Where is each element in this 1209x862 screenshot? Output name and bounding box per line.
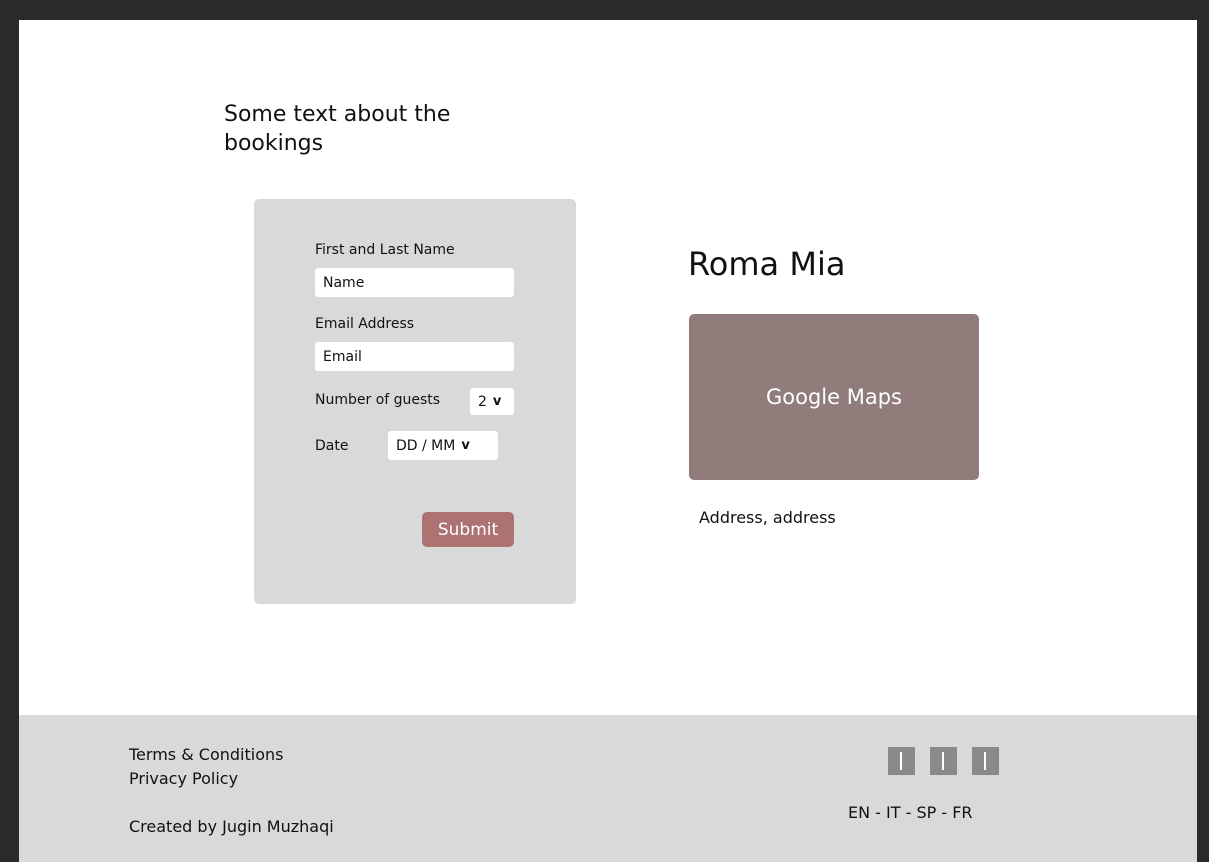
privacy-link[interactable]: Privacy Policy [129,768,238,790]
chevron-down-icon: v [461,438,470,453]
date-select[interactable]: DD / MM v [388,431,498,460]
name-label: First and Last Name [315,242,455,258]
date-value: DD / MM [396,437,456,454]
page-frame: Some text about the bookings First and L… [19,20,1197,862]
credit-text: Created by Jugin Muzhaqi [129,817,334,836]
map-placeholder[interactable]: Google Maps [689,314,979,480]
terms-link[interactable]: Terms & Conditions [129,744,283,766]
name-input[interactable] [315,268,514,297]
guests-select[interactable]: 2 v [470,388,514,415]
email-label: Email Address [315,316,415,332]
email-input[interactable] [315,342,514,371]
guests-label: Number of guests [315,392,441,408]
submit-button[interactable]: Submit [422,512,514,547]
social-icon[interactable] [888,747,915,775]
chevron-down-icon: v [492,394,502,409]
restaurant-title: Roma Mia [688,245,846,283]
social-icon[interactable] [930,747,957,775]
map-label: Google Maps [766,385,902,409]
date-label: Date [315,438,349,454]
booking-form: First and Last Name Email Address Number… [254,199,576,604]
language-switcher[interactable]: EN - IT - SP - FR [848,803,973,822]
social-links [888,747,999,775]
footer: Terms & Conditions Privacy Policy Create… [19,715,1197,862]
address-text: Address, address [699,508,836,527]
guests-value: 2 [478,393,487,410]
social-icon[interactable] [972,747,999,775]
intro-text: Some text about the bookings [224,102,451,156]
